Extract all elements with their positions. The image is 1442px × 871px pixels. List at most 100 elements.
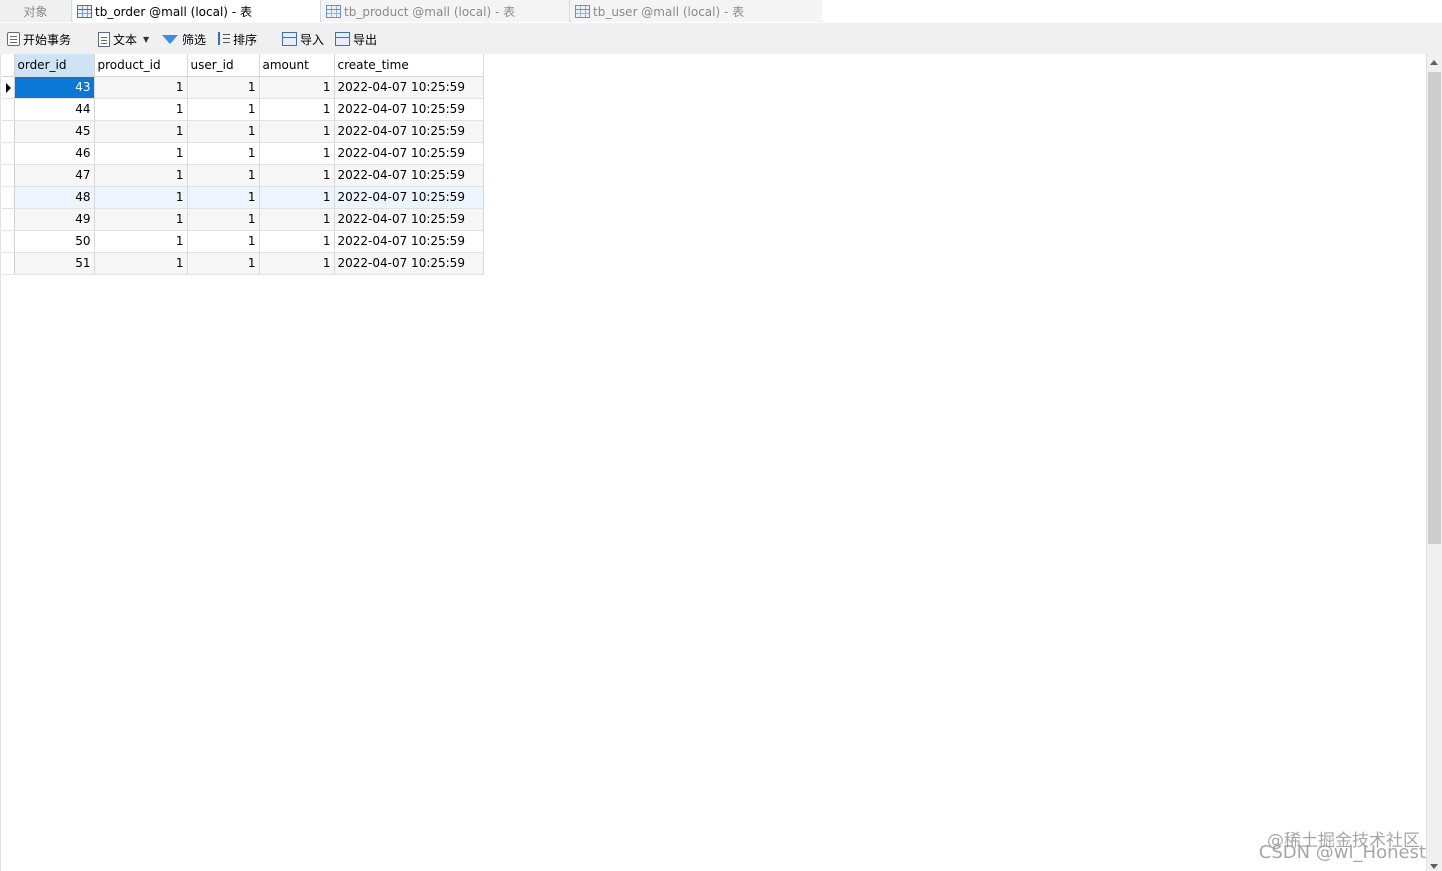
cell-amount[interactable]: 1 [259,98,335,121]
column-header-product-id[interactable]: product_id [94,54,188,77]
scroll-up-icon[interactable] [1430,60,1438,65]
watermark-csdn: CSDN @wl_Honest [1258,842,1426,863]
table-row[interactable]: 43 1 1 1 2022-04-07 10:25:59 [2,76,484,99]
transaction-icon [7,32,20,46]
scroll-down-icon[interactable] [1430,864,1438,869]
cell-order-id[interactable]: 43 [14,76,95,99]
cell-product-id[interactable]: 1 [94,252,188,275]
cell-order-id[interactable]: 49 [14,208,95,231]
tab-tb-order[interactable]: tb_order @mall (local) - 表 [73,0,321,22]
toolbar: 开始事务 文本 ▼ 筛选 排序 导入 导出 [0,23,1442,54]
table-row[interactable]: 51 1 1 1 2022-04-07 10:25:59 [2,252,484,275]
import-label: 导入 [300,32,325,47]
data-grid: order_id product_id user_id amount creat… [0,54,1426,871]
data-table: order_id product_id user_id amount creat… [2,54,484,275]
row-indicator[interactable] [2,142,15,165]
text-label: 文本 [113,32,138,47]
cell-product-id[interactable]: 1 [94,186,188,209]
cell-product-id[interactable]: 1 [94,142,188,165]
row-indicator[interactable] [2,120,15,143]
filter-icon [162,34,178,44]
import-button[interactable]: 导入 [282,29,324,49]
export-button[interactable]: 导出 [335,29,377,49]
cell-order-id[interactable]: 48 [14,186,95,209]
row-indicator[interactable] [2,186,15,209]
table-row[interactable]: 46 1 1 1 2022-04-07 10:25:59 [2,142,484,165]
cell-amount[interactable]: 1 [259,76,335,99]
vertical-scrollbar[interactable] [1426,54,1442,871]
table-row[interactable]: 44 1 1 1 2022-04-07 10:25:59 [2,98,484,121]
tab-objects[interactable]: 对象 [0,0,72,22]
cell-amount[interactable]: 1 [259,252,335,275]
cell-amount[interactable]: 1 [259,186,335,209]
cell-amount[interactable]: 1 [259,142,335,165]
column-header-amount[interactable]: amount [259,54,335,77]
cell-amount[interactable]: 1 [259,230,335,253]
cell-user-id[interactable]: 1 [187,230,260,253]
cell-create-time[interactable]: 2022-04-07 10:25:59 [334,186,484,209]
cell-create-time[interactable]: 2022-04-07 10:25:59 [334,76,484,99]
cell-user-id[interactable]: 1 [187,208,260,231]
table-row[interactable]: 49 1 1 1 2022-04-07 10:25:59 [2,208,484,231]
cell-user-id[interactable]: 1 [187,76,260,99]
begin-transaction-button[interactable]: 开始事务 [7,29,71,49]
cell-order-id[interactable]: 46 [14,142,95,165]
table-icon [575,4,590,18]
table-row[interactable]: 50 1 1 1 2022-04-07 10:25:59 [2,230,484,253]
cell-create-time[interactable]: 2022-04-07 10:25:59 [334,120,484,143]
table-icon [326,4,341,18]
cell-product-id[interactable]: 1 [94,76,188,99]
tab-label: tb_user @mall (local) - 表 [593,4,745,19]
cell-create-time[interactable]: 2022-04-07 10:25:59 [334,208,484,231]
filter-button[interactable]: 筛选 [162,29,206,49]
chevron-down-icon[interactable]: ▼ [143,35,149,44]
cell-product-id[interactable]: 1 [94,120,188,143]
cell-product-id[interactable]: 1 [94,208,188,231]
document-icon [98,31,110,47]
cell-user-id[interactable]: 1 [187,164,260,187]
cell-amount[interactable]: 1 [259,164,335,187]
cell-order-id[interactable]: 47 [14,164,95,187]
cell-user-id[interactable]: 1 [187,186,260,209]
cell-product-id[interactable]: 1 [94,98,188,121]
scrollbar-thumb[interactable] [1428,72,1441,544]
cell-amount[interactable]: 1 [259,120,335,143]
row-indicator-header [2,54,15,77]
cell-create-time[interactable]: 2022-04-07 10:25:59 [334,252,484,275]
cell-amount[interactable]: 1 [259,208,335,231]
row-indicator[interactable] [2,164,15,187]
cell-product-id[interactable]: 1 [94,164,188,187]
sort-label: 排序 [233,32,258,47]
cell-create-time[interactable]: 2022-04-07 10:25:59 [334,230,484,253]
cell-order-id[interactable]: 45 [14,120,95,143]
column-header-order-id[interactable]: order_id [14,54,95,77]
row-indicator[interactable] [2,252,15,275]
table-row[interactable]: 48 1 1 1 2022-04-07 10:25:59 [2,186,484,209]
cell-order-id[interactable]: 50 [14,230,95,253]
export-label: 导出 [353,32,378,47]
row-indicator[interactable] [2,208,15,231]
cell-order-id[interactable]: 44 [14,98,95,121]
cell-product-id[interactable]: 1 [94,230,188,253]
table-row[interactable]: 45 1 1 1 2022-04-07 10:25:59 [2,120,484,143]
cell-user-id[interactable]: 1 [187,120,260,143]
cell-order-id[interactable]: 51 [14,252,95,275]
row-indicator[interactable] [2,98,15,121]
column-header-create-time[interactable]: create_time [334,54,484,77]
cell-user-id[interactable]: 1 [187,252,260,275]
cell-create-time[interactable]: 2022-04-07 10:25:59 [334,164,484,187]
cell-create-time[interactable]: 2022-04-07 10:25:59 [334,142,484,165]
cell-user-id[interactable]: 1 [187,142,260,165]
row-indicator[interactable] [2,230,15,253]
tab-tb-product[interactable]: tb_product @mall (local) - 表 [322,0,570,22]
cell-create-time[interactable]: 2022-04-07 10:25:59 [334,98,484,121]
tab-label: tb_order @mall (local) - 表 [95,4,252,19]
table-row[interactable]: 47 1 1 1 2022-04-07 10:25:59 [2,164,484,187]
tab-tb-user[interactable]: tb_user @mall (local) - 表 [571,0,821,22]
cell-user-id[interactable]: 1 [187,98,260,121]
column-header-user-id[interactable]: user_id [187,54,260,77]
row-indicator[interactable] [2,76,15,99]
tab-bar: 对象 tb_order @mall (local) - 表 tb_product… [0,0,1442,22]
text-view-button[interactable]: 文本 ▼ [98,29,149,49]
sort-button[interactable]: 排序 [216,29,257,49]
